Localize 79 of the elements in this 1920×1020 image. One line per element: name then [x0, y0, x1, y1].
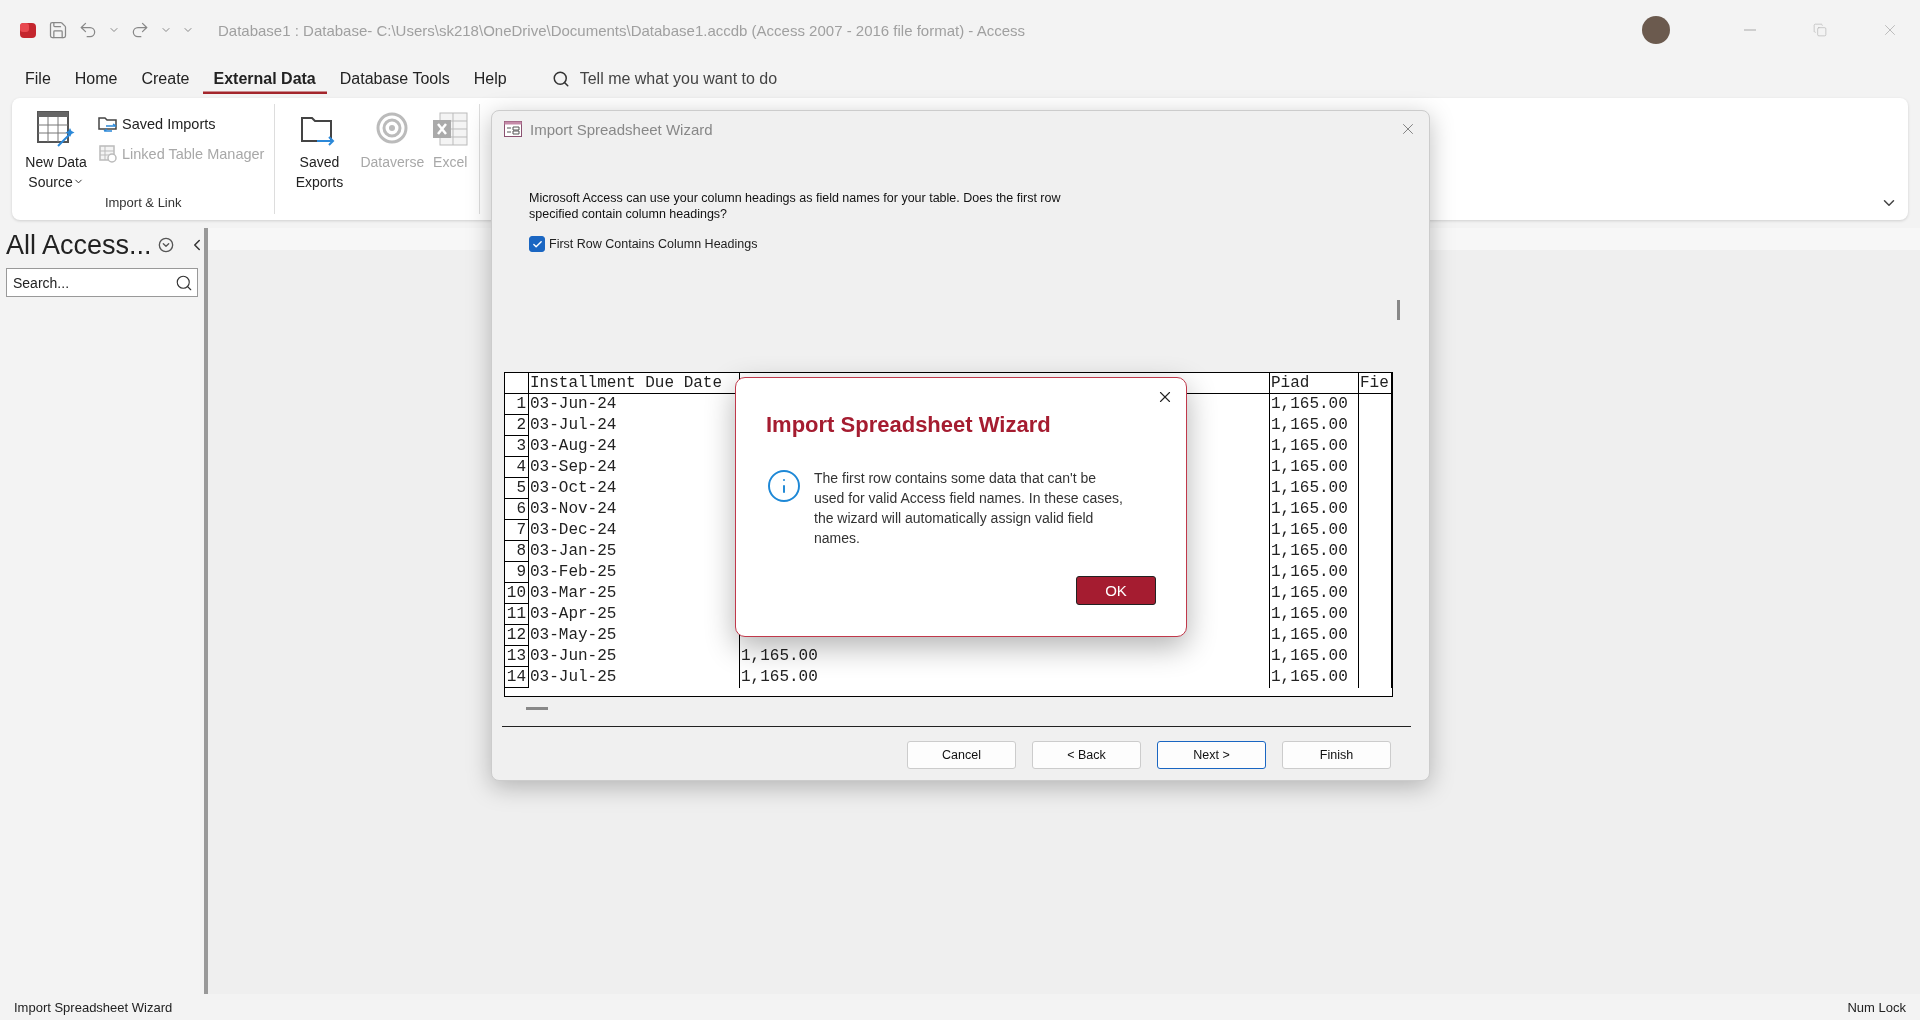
window-title: Database1 : Database- C:\Users\sk218\OneDrive\Documents\Database1.accdb (Access 2007 - 2016 file format) - Access — [218, 21, 1027, 39]
table-cell: 1,165.00 — [1270, 667, 1359, 688]
search-input[interactable]: Search... — [11, 273, 165, 292]
search-icon — [551, 70, 570, 88]
table-cell: 1,165.00 — [1270, 520, 1359, 541]
restore-icon — [1813, 23, 1827, 37]
table-cell: 1,165.00 — [1270, 415, 1359, 436]
scrollbar-thumb[interactable] — [1397, 300, 1400, 320]
minimize-icon — [1744, 29, 1756, 31]
ribbon-tab[interactable]: Create — [130, 64, 201, 94]
linked-table-icon — [98, 144, 118, 164]
table-cell: 1,165.00 — [1270, 436, 1359, 457]
row-number: 9 — [505, 562, 529, 583]
search-icon[interactable] — [175, 273, 193, 292]
search-field[interactable]: Search... — [6, 268, 198, 297]
check-icon — [531, 238, 543, 250]
table-cell: 1,165.00 — [1270, 604, 1359, 625]
table-cell: 1,165.00 — [1270, 499, 1359, 520]
nav-pane-title[interactable]: All Access... — [6, 229, 152, 261]
tell-me-field[interactable]: Tell me what you want to do — [579, 70, 778, 88]
table-cell: 1,165.00 — [1270, 583, 1359, 604]
dialog-title: Import Spreadsheet Wizard — [530, 120, 714, 138]
app-logo-icon — [18, 20, 38, 40]
form-icon — [504, 121, 522, 137]
ribbon-command[interactable]: New Data Source — [20, 110, 92, 195]
ribbon-command[interactable]: Saved Imports — [96, 112, 267, 136]
table-cell: 1,165.00 — [1270, 457, 1359, 478]
row-number: 1 — [505, 394, 529, 415]
user-avatar[interactable] — [1642, 16, 1670, 44]
row-number: 10 — [505, 583, 529, 604]
row-number: 5 — [505, 478, 529, 499]
column-header: Piad — [1270, 373, 1359, 394]
status-text: Import Spreadsheet Wizard — [14, 999, 173, 1015]
message-text: The first row contains some data that can't be used for valid Access field names. In these cases, the wizard will automatically assign valid field names. — [814, 469, 1124, 548]
row-number: 8 — [505, 541, 529, 562]
row-number: 3 — [505, 436, 529, 457]
table-cell: 1,165.00 — [1270, 562, 1359, 583]
undo-icon[interactable] — [78, 20, 98, 40]
ribbon-command[interactable]: Saved Exports — [283, 110, 356, 210]
table-cell: 1,165.00 — [1270, 541, 1359, 562]
redo-icon[interactable] — [130, 20, 150, 40]
table-cell: 03-Jul-25 — [529, 667, 740, 688]
row-number: 7 — [505, 520, 529, 541]
folder-arrows-icon — [98, 114, 118, 134]
table-cell: 03-Jun-25 — [529, 646, 740, 667]
wizard-button[interactable]: Finish — [1282, 741, 1391, 769]
scrollbar-thumb[interactable] — [526, 707, 548, 710]
row-number: 11 — [505, 604, 529, 625]
ribbon-tab[interactable]: External Data — [202, 64, 327, 94]
ribbon-tab[interactable]: Database Tools — [328, 64, 461, 94]
row-number: 13 — [505, 646, 529, 667]
table-cell: 1,165.00 — [740, 667, 1270, 688]
table-cell: 1,165.00 — [740, 646, 1270, 667]
row-number: 4 — [505, 457, 529, 478]
headings-checkbox[interactable]: First Row Contains Column Headings — [529, 236, 1429, 252]
num-lock-indicator: Num Lock — [1847, 999, 1906, 1015]
table-cell: 1,165.00 — [1270, 394, 1359, 415]
checkbox[interactable] — [529, 236, 545, 252]
wizard-button[interactable]: Next > — [1157, 741, 1266, 769]
row-number: 6 — [505, 499, 529, 520]
dropdown-icon[interactable] — [157, 237, 174, 253]
dialog-title: Import Spreadsheet Wizard — [766, 412, 1052, 438]
save-icon[interactable] — [48, 20, 68, 40]
column-header: Fie — [1359, 373, 1392, 394]
ok-button[interactable]: OK — [1076, 576, 1156, 605]
row-number: 14 — [505, 667, 529, 688]
ribbon-tab[interactable]: Home — [63, 64, 129, 94]
table-cell: 1,165.00 — [1270, 646, 1359, 667]
info-icon — [766, 468, 802, 504]
row-number: 2 — [505, 415, 529, 436]
wizard-button[interactable]: Cancel — [907, 741, 1016, 769]
ribbon-tab[interactable]: File — [14, 64, 62, 94]
ribbon-tab[interactable]: Help — [462, 64, 518, 94]
instructions-text: Microsoft Access can use your column headings as field names for your table. Does the first row specified contain column headings? — [529, 190, 1062, 222]
row-number: 12 — [505, 625, 529, 646]
table-cell: 1,165.00 — [1270, 478, 1359, 499]
table-cell: 1,165.00 — [1270, 625, 1359, 646]
wizard-button[interactable]: < Back — [1032, 741, 1141, 769]
group-label: Import & Link — [103, 195, 183, 210]
